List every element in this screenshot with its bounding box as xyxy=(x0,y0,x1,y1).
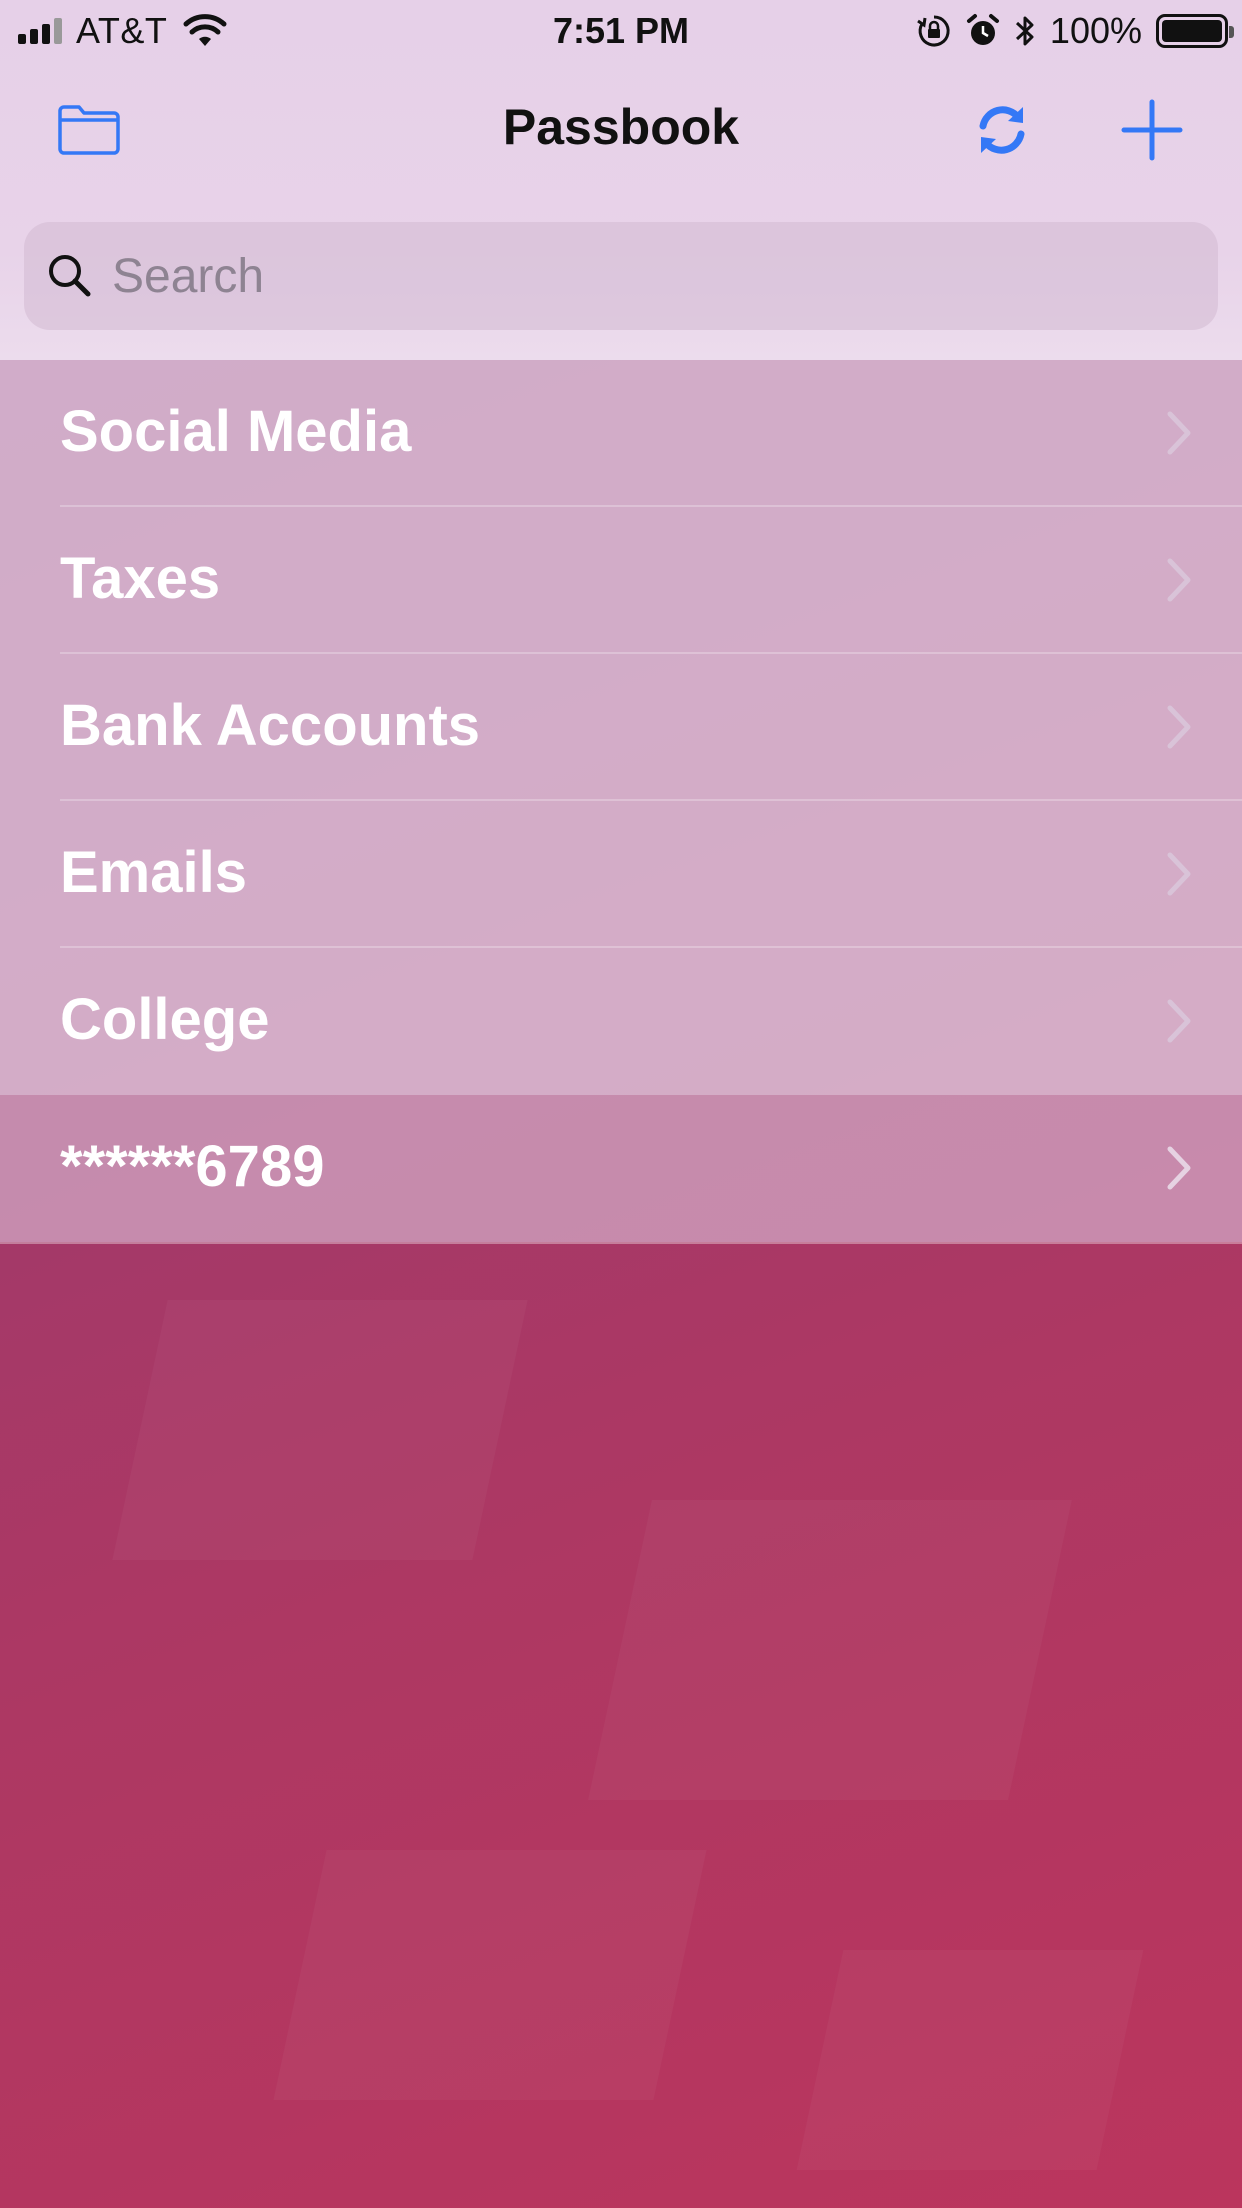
list-item[interactable]: ******6789 xyxy=(0,1095,1242,1242)
search-input[interactable] xyxy=(110,247,1194,305)
orientation-lock-icon xyxy=(917,15,950,47)
chevron-right-icon xyxy=(1167,558,1191,602)
page-title: Passbook xyxy=(502,99,740,155)
background-texture xyxy=(273,1850,706,2100)
chevron-right-icon xyxy=(1167,999,1191,1043)
battery-icon xyxy=(1156,14,1234,48)
chevron-right-icon xyxy=(1167,1146,1191,1190)
sync-button[interactable] xyxy=(962,90,1042,170)
search-bar[interactable] xyxy=(24,222,1218,330)
background-texture xyxy=(112,1300,527,1560)
plus-icon xyxy=(1121,99,1183,161)
folder-list: Social Media Taxes Bank Accounts Emails … xyxy=(0,360,1242,1244)
list-item[interactable]: Bank Accounts xyxy=(0,654,1242,801)
battery-percent: 100% xyxy=(1049,10,1142,51)
list-item-label: College xyxy=(60,987,270,1052)
list-item-label: Social Media xyxy=(60,399,412,464)
list-item[interactable]: Emails xyxy=(0,801,1242,948)
list-item-label: Taxes xyxy=(60,546,221,611)
search-icon xyxy=(49,255,91,297)
chevron-right-icon xyxy=(1167,852,1191,896)
background-texture xyxy=(588,1500,1072,1800)
sync-icon xyxy=(979,106,1025,154)
chevron-right-icon xyxy=(1167,705,1191,749)
list-item-label: Emails xyxy=(60,840,247,905)
background-texture xyxy=(797,1950,1144,2170)
divider xyxy=(0,1242,1242,1244)
add-button[interactable] xyxy=(1112,90,1192,170)
list-item[interactable]: Social Media xyxy=(0,360,1242,507)
list-item-label: Bank Accounts xyxy=(60,693,481,758)
alarm-icon xyxy=(966,14,999,45)
list-item-label: ******6789 xyxy=(60,1134,325,1199)
status-bar: AT&T 7:51 PM 100% xyxy=(0,0,1242,60)
bluetooth-icon xyxy=(1015,16,1034,46)
list-item[interactable]: Taxes xyxy=(0,507,1242,654)
navigation-bar: Passbook xyxy=(0,70,1242,180)
list-item[interactable]: College xyxy=(0,948,1242,1095)
chevron-right-icon xyxy=(1167,411,1191,455)
